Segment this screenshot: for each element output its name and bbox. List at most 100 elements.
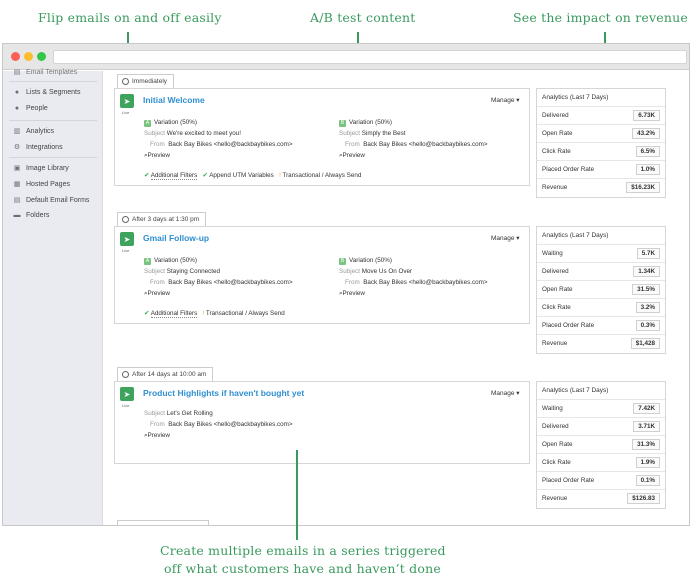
variation-b: B Variation (50%) xyxy=(339,257,392,265)
sidebar-divider xyxy=(9,157,97,158)
sidebar-item-analytics[interactable]: ▥ Analytics xyxy=(13,127,55,136)
close-window-icon[interactable] xyxy=(11,52,20,61)
preview-link[interactable]: ⌕Preview xyxy=(144,432,170,440)
sidebar-item-integrations[interactable]: ⚙ Integrations xyxy=(13,143,63,152)
sidebar-item-people[interactable]: ● People xyxy=(13,105,48,112)
preview-label: Preview xyxy=(147,290,170,297)
preview-link[interactable]: ⌕Preview xyxy=(144,290,170,298)
email-status: Live xyxy=(122,110,130,115)
utm-option: Append UTM Variables xyxy=(209,172,274,179)
check-icon: ✔ xyxy=(144,310,150,317)
variation-badge: A xyxy=(144,120,151,127)
clock-icon xyxy=(122,216,129,223)
sidebar-item-image-library[interactable]: ▣ Image Library xyxy=(13,164,69,173)
subject-label: Subject xyxy=(144,410,166,417)
subject-value: Move Us On Over xyxy=(361,268,413,275)
email-title[interactable]: Gmail Follow-up xyxy=(143,233,209,243)
email-card: ➤ Live Gmail Follow-up Manage ▾ A Variati… xyxy=(114,226,530,324)
image-icon: ▣ xyxy=(13,165,21,172)
metric-label: Open Rate xyxy=(542,441,573,448)
from-value: Back Bay Bikes <hello@backbaybikes.com> xyxy=(168,141,293,148)
template-icon: ▤ xyxy=(13,69,21,76)
variation-badge: B xyxy=(339,120,346,127)
bar-chart-icon: ▥ xyxy=(13,128,21,135)
integrations-icon: ⚙ xyxy=(13,144,21,151)
sidebar-item-email-templates[interactable]: ▤ Email Templates xyxy=(13,68,78,77)
additional-filters-link[interactable]: Additional Filters xyxy=(150,172,198,180)
sidebar-item-lists-segments[interactable]: ● Lists & Segments xyxy=(13,89,81,96)
sidebar-item-folders[interactable]: ▬ Folders xyxy=(13,212,50,219)
manage-dropdown[interactable]: Manage ▾ xyxy=(491,96,520,104)
variation-from: From Back Bay Bikes <hello@backbaybikes.… xyxy=(150,279,293,286)
email-from: From Back Bay Bikes <hello@backbaybikes.… xyxy=(150,421,293,428)
metric-label: Click Rate xyxy=(542,459,571,466)
additional-filters-link[interactable]: Additional Filters xyxy=(150,310,198,318)
manage-dropdown[interactable]: Manage ▾ xyxy=(491,234,520,242)
maximize-window-icon[interactable] xyxy=(37,52,46,61)
metric-value: 0.3% xyxy=(635,320,660,331)
preview-link[interactable]: ⌕Preview xyxy=(144,152,170,160)
variation-badge: B xyxy=(339,258,346,265)
metric-label: Open Rate xyxy=(542,286,573,293)
sidebar-item-hosted-pages[interactable]: ▦ Hosted Pages xyxy=(13,180,70,189)
subject-label: Subject xyxy=(144,268,166,275)
analytics-row: Placed Order Rate 0.3% xyxy=(537,316,665,333)
sidebar-divider xyxy=(9,81,97,82)
variation-badge: A xyxy=(144,258,151,265)
subject-label: Subject xyxy=(339,130,361,137)
email-title[interactable]: Initial Welcome xyxy=(143,95,205,105)
form-icon: ▤ xyxy=(13,197,21,204)
analytics-row: Click Rate 6.5% xyxy=(537,142,665,159)
variation-label: Variation (50%) xyxy=(154,119,197,126)
trigger-tag: After 3 days at 1:30 pm xyxy=(117,212,207,226)
preview-link[interactable]: ⌕Preview xyxy=(339,152,365,160)
sidebar-item-label: Default Email Forms xyxy=(26,196,90,204)
metric-value: 1.9% xyxy=(635,457,660,468)
email-card: ➤ Live Product Highlights if haven't bou… xyxy=(114,381,530,464)
email-status: Live xyxy=(122,403,130,408)
person-icon: ● xyxy=(14,105,20,112)
minimize-window-icon[interactable] xyxy=(24,52,33,61)
email-live-toggle-icon[interactable]: ➤ xyxy=(120,232,134,246)
callout-flip-emails: Flip emails on and off easily xyxy=(38,10,222,25)
analytics-row: Placed Order Rate 0.1% xyxy=(537,471,665,488)
from-label: From xyxy=(345,279,360,286)
sidebar-item-label: People xyxy=(26,105,48,112)
sidebar-item-label: Analytics xyxy=(26,127,55,135)
analytics-row: Waiting 5.7K xyxy=(537,244,665,261)
email-title[interactable]: Product Highlights if haven't bought yet xyxy=(143,388,304,398)
metric-label: Revenue xyxy=(542,184,568,191)
variation-label: Variation (50%) xyxy=(154,257,197,264)
callout-revenue-impact: See the impact on revenue xyxy=(513,10,688,25)
sidebar-divider xyxy=(9,120,97,121)
trigger-tag: After 14 days at 10:00 am xyxy=(117,367,214,381)
metric-label: Revenue xyxy=(542,495,568,502)
variation-a: A Variation (50%) xyxy=(144,119,197,127)
analytics-panel: Analytics (Last 7 Days) Waiting 5.7K Deli… xyxy=(536,226,666,354)
metric-value: 31.5% xyxy=(632,284,660,295)
trigger-label: Immediately xyxy=(132,78,168,85)
metric-value: 3.71K xyxy=(633,421,660,432)
callout-series-line xyxy=(296,450,298,540)
warning-icon: ! xyxy=(202,310,205,317)
preview-link[interactable]: ⌕Preview xyxy=(339,290,365,298)
check-icon: ✔ xyxy=(202,172,208,179)
building-icon: ▦ xyxy=(13,181,21,188)
metric-label: Placed Order Rate xyxy=(542,166,595,173)
address-bar[interactable] xyxy=(53,50,687,64)
email-live-toggle-icon[interactable]: ➤ xyxy=(120,94,134,108)
variation-label: Variation (50%) xyxy=(349,257,392,264)
metric-label: Waiting xyxy=(542,405,563,412)
preview-label: Preview xyxy=(147,432,170,439)
sidebar-item-label: Integrations xyxy=(26,143,63,151)
sidebar-item-default-email-forms[interactable]: ▤ Default Email Forms xyxy=(13,196,90,205)
metric-label: Click Rate xyxy=(542,304,571,311)
analytics-row: Delivered 6.73K xyxy=(537,106,665,123)
subject-value: Simply the Best xyxy=(361,130,406,137)
variation-from: From Back Bay Bikes <hello@backbaybikes.… xyxy=(345,279,488,286)
metric-label: Revenue xyxy=(542,340,568,347)
email-live-toggle-icon[interactable]: ➤ xyxy=(120,387,134,401)
transactional-option: Transactional / Always Send xyxy=(205,310,285,317)
metric-value: 6.5% xyxy=(635,146,660,157)
manage-dropdown[interactable]: Manage ▾ xyxy=(491,389,520,397)
